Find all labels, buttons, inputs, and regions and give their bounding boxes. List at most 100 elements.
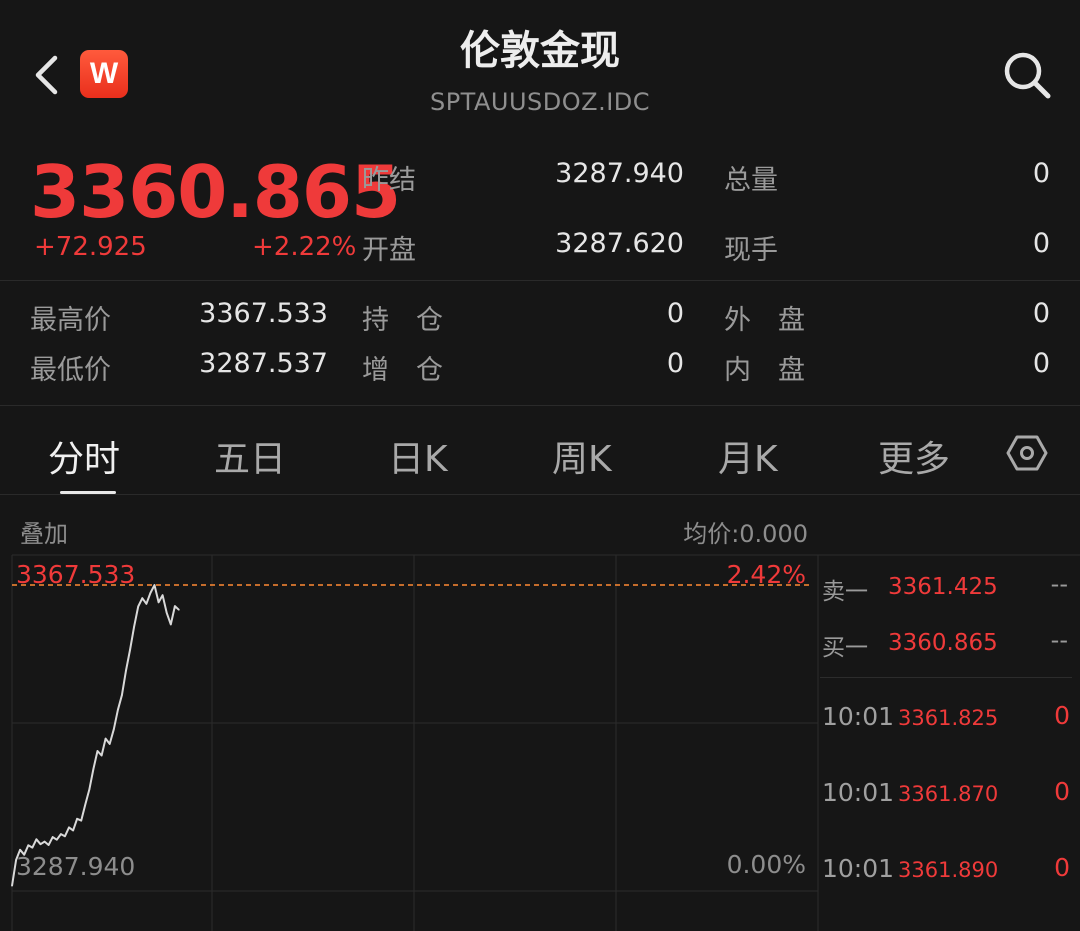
bid-price: 3360.865 [888,630,998,656]
app-root: W 伦敦金现 SPTAUUSDOZ.IDC 3360.865 +72.925 +… [0,0,1080,931]
price-point [108,743,111,745]
price-point [51,836,54,838]
tick-time: 10:01 [822,702,895,731]
price-point [125,669,127,672]
price-point [56,838,58,841]
price-point [174,605,176,607]
price-point [141,597,144,599]
price-point [80,819,82,822]
chart-base-label: 3287.940 [16,852,136,881]
avg-price-label: 均价:0.000 [683,520,808,548]
total-volume-value: 0 [1032,158,1050,189]
brand-logo-letter: W [89,57,119,90]
tick-quantity: 0 [1054,853,1070,882]
bid-quantity: -- [1050,626,1068,654]
price-point [39,843,42,845]
page-title: 伦敦金现 [460,28,620,74]
high-value: 3367.533 [199,298,328,329]
tab-daily-k[interactable]: 日K [388,430,448,482]
price-point [11,885,13,887]
price-change: +72.925 [34,232,147,262]
price-point [149,592,152,594]
overlay-toggle[interactable]: 叠加 [20,514,68,549]
outer-volume-label: 外 盘 [724,305,805,336]
search-icon[interactable] [1000,48,1054,102]
price-point [76,818,78,820]
tab-more[interactable]: 更多 [878,430,950,482]
tab-weekly-k[interactable]: 周K [552,430,612,482]
interest-change-label: 增 仓 [362,355,443,386]
ask-price: 3361.425 [888,574,998,600]
tick-quantity: 0 [1054,701,1070,730]
low-label: 最低价 [30,355,111,386]
price-point [100,754,103,757]
tabs-bottom-divider [0,494,1080,495]
tick-time: 10:01 [822,778,895,807]
quote-divider [0,280,1080,281]
low-value: 3287.537 [199,348,328,379]
price-point [145,603,148,605]
price-point [92,768,95,770]
instrument-code: SPTAUUSDOZ.IDC [429,88,651,116]
price-point [35,838,38,841]
hexagon-settings-icon[interactable] [1006,432,1048,474]
price-point [43,840,46,843]
tab-intraday[interactable]: 分时 [48,430,120,482]
outer-volume-value: 0 [1032,298,1050,329]
tab-monthly-k[interactable]: 月K [718,430,778,482]
inner-volume-value: 0 [1032,348,1050,379]
price-point [96,750,99,752]
price-point [88,788,91,790]
current-hand-value: 0 [1032,228,1050,259]
chart-high-label: 3367.533 [16,560,136,589]
price-point [153,584,156,586]
tick-price: 3361.870 [898,782,999,806]
price-point [47,844,50,846]
tab-five-day[interactable]: 五日 [214,430,286,482]
chart-base-percent: 0.00% [726,850,806,879]
interest-change-value: 0 [666,348,684,379]
price-point [129,648,131,651]
bid-label: 买一 [822,635,868,661]
last-price: 3360.865 [30,150,401,234]
price-point [84,803,87,806]
price-point [68,826,70,829]
price-point [31,846,34,849]
price-point [178,609,180,611]
price-point [104,737,107,740]
tabs-top-divider [0,405,1080,406]
price-point [121,694,123,696]
price-change-percent: +2.22% [252,232,357,262]
price-point [60,833,62,835]
price-point [137,605,139,608]
ask-quantity: -- [1050,570,1068,598]
price-line [11,584,180,886]
open-interest-label: 持 仓 [362,305,443,336]
current-hand-label: 现手 [724,235,778,266]
price-point [117,709,119,711]
chart-high-percent: 2.42% [726,560,806,589]
ask-label: 卖一 [822,579,868,605]
price-point [113,728,115,731]
price-point [161,594,164,596]
tick-price: 3361.825 [898,706,999,730]
price-point [133,625,135,628]
open-label: 开盘 [362,235,416,266]
order-book-divider [820,677,1072,678]
tick-quantity: 0 [1054,777,1070,806]
chart-series-layer [11,584,180,887]
price-point [19,849,21,851]
price-point [157,601,160,604]
price-point [64,835,66,838]
inner-volume-label: 内 盘 [724,355,805,386]
price-point [165,612,168,614]
price-point [27,844,30,847]
prev-settle-label: 昨结 [362,165,416,196]
prev-settle-value: 3287.940 [555,158,684,189]
open-value: 3287.620 [555,228,684,259]
back-chevron-icon[interactable] [28,52,68,98]
open-interest-value: 0 [666,298,684,329]
total-volume-label: 总量 [724,165,778,196]
high-label: 最高价 [30,305,111,336]
tick-price: 3361.890 [898,858,999,882]
